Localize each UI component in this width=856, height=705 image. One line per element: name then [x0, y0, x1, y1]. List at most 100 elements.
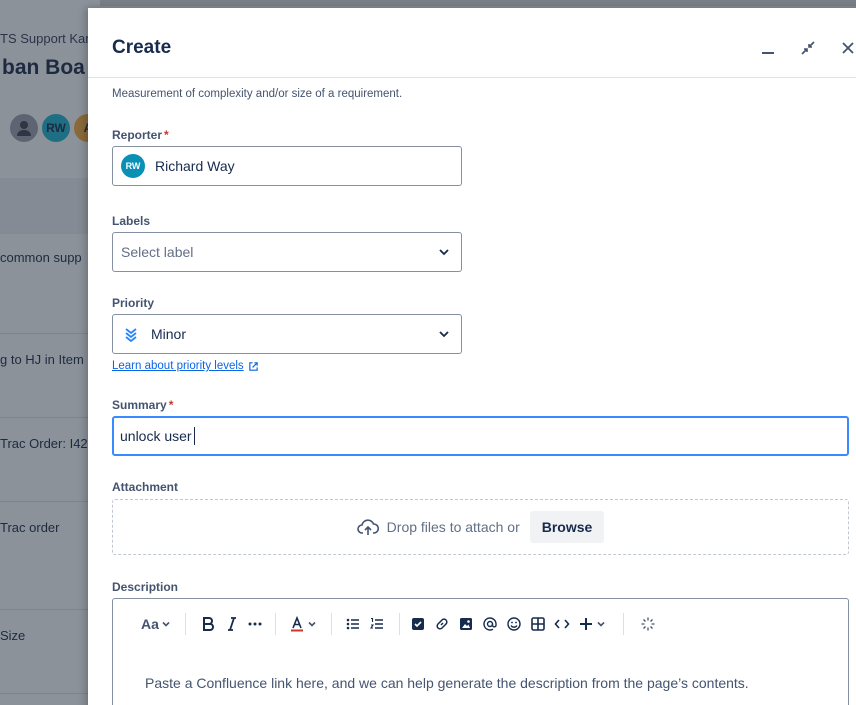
required-marker: * — [168, 398, 174, 412]
description-label: Description — [112, 580, 179, 594]
bold-button[interactable] — [197, 613, 219, 635]
collapse-icon — [801, 41, 815, 55]
required-marker: * — [164, 128, 169, 142]
more-icon — [248, 622, 262, 626]
plus-icon — [580, 618, 592, 630]
image-icon — [460, 618, 472, 630]
card-title: Trac order — [0, 520, 60, 535]
dialog-title: Create — [112, 37, 172, 58]
avatar — [8, 112, 40, 144]
summary-label-text: Summary — [112, 398, 167, 412]
summary-input[interactable]: unlock user — [112, 416, 849, 456]
reporter-label: Reporter * — [112, 128, 169, 142]
user-icon — [17, 121, 31, 136]
ai-assist-button[interactable] — [637, 613, 659, 635]
toolbar-divider — [623, 613, 624, 635]
collapse-button[interactable] — [796, 36, 820, 60]
italic-icon — [228, 617, 236, 631]
labels-select[interactable]: Select label — [112, 232, 462, 272]
bullet-list-button[interactable] — [342, 613, 364, 635]
dropzone-text: Drop files to attach or — [386, 519, 520, 535]
chevron-down-icon — [597, 621, 605, 627]
sparkle-icon — [641, 617, 655, 631]
priority-select[interactable]: Minor — [112, 314, 462, 354]
board-card: Trac order — [0, 502, 100, 610]
close-icon — [842, 42, 854, 54]
table-button[interactable] — [527, 613, 549, 635]
summary-value: unlock user — [120, 428, 192, 444]
close-button[interactable] — [836, 36, 856, 60]
numbered-list-icon — [369, 617, 383, 629]
field-helper-text: Measurement of complexity and/or size of… — [112, 88, 403, 100]
mention-icon — [483, 617, 497, 631]
background-topbar — [0, 0, 856, 6]
insert-more-button[interactable] — [575, 613, 609, 635]
link-button[interactable] — [431, 613, 453, 635]
link-icon — [436, 618, 448, 630]
emoji-icon — [507, 617, 521, 631]
breadcrumb: TS Support Kan — [0, 31, 93, 46]
card-title: common supp — [0, 250, 82, 265]
description-editor[interactable]: Aa Paste a Confluence link here, and we … — [112, 598, 849, 705]
text-style-button[interactable]: Aa — [139, 613, 173, 635]
background-board: TS Support Kan ban Boa RW A common supp … — [0, 0, 100, 705]
board-card: Trac Order: I42 — [0, 418, 100, 502]
board-card: common supp — [0, 234, 100, 334]
column-header — [0, 178, 100, 234]
labels-placeholder: Select label — [121, 244, 194, 260]
card-title: g to HJ in Item — [0, 352, 84, 367]
toolbar-divider — [185, 613, 186, 635]
bullet-list-icon — [346, 618, 359, 630]
action-item-button[interactable] — [407, 613, 429, 635]
checkbox-icon — [412, 618, 424, 630]
labels-label: Labels — [112, 214, 151, 228]
board-card: g to HJ in Item — [0, 334, 100, 418]
card-title: Size — [0, 628, 26, 643]
attachment-dropzone[interactable]: Drop files to attach or Browse — [112, 499, 849, 555]
image-button[interactable] — [455, 613, 477, 635]
card-title: Trac Order: I42 — [0, 436, 88, 451]
chevron-down-icon — [162, 621, 170, 627]
text-color-button[interactable] — [287, 613, 319, 635]
code-button[interactable] — [551, 613, 573, 635]
emoji-button[interactable] — [503, 613, 525, 635]
dialog-header: Create — [88, 8, 856, 78]
avatar: RW — [121, 154, 145, 178]
avatar: RW — [40, 112, 72, 144]
board-title: ban Boa — [2, 56, 85, 79]
chevron-down-icon — [439, 331, 449, 338]
toolbar-divider — [331, 613, 332, 635]
chevron-down-icon — [439, 249, 449, 256]
italic-button[interactable] — [221, 613, 243, 635]
priority-levels-link[interactable]: Learn about priority levels — [112, 360, 259, 372]
more-formatting-button[interactable] — [244, 613, 266, 635]
mention-button[interactable] — [479, 613, 501, 635]
priority-value: Minor — [151, 326, 187, 342]
summary-label: Summary * — [112, 398, 173, 412]
minimize-button[interactable] — [756, 36, 780, 60]
priority-minor-icon — [125, 328, 137, 342]
text-style-label: Aa — [141, 616, 159, 632]
attachment-label: Attachment — [112, 480, 179, 494]
external-link-icon — [248, 361, 258, 371]
reporter-field[interactable]: RW Richard Way — [112, 146, 462, 186]
table-icon — [531, 617, 545, 631]
board-card: Size — [0, 610, 100, 694]
create-dialog: Create Measurement of complexity and/or … — [88, 8, 856, 705]
priority-link-text: Learn about priority levels — [112, 360, 244, 372]
cloud-upload-icon — [356, 519, 379, 535]
text-cursor — [193, 427, 195, 445]
code-icon — [554, 619, 570, 629]
chevron-down-icon — [308, 621, 316, 627]
reporter-label-text: Reporter — [112, 128, 163, 142]
minimize-icon — [762, 52, 774, 54]
toolbar-divider — [399, 613, 400, 635]
priority-label: Priority — [112, 296, 155, 310]
browse-button[interactable]: Browse — [529, 511, 605, 543]
toolbar-divider — [275, 613, 276, 635]
text-color-icon — [291, 616, 303, 632]
bold-icon — [203, 617, 214, 631]
numbered-list-button[interactable] — [366, 613, 388, 635]
reporter-value: Richard Way — [155, 158, 235, 174]
editor-toolbar: Aa — [113, 609, 848, 639]
